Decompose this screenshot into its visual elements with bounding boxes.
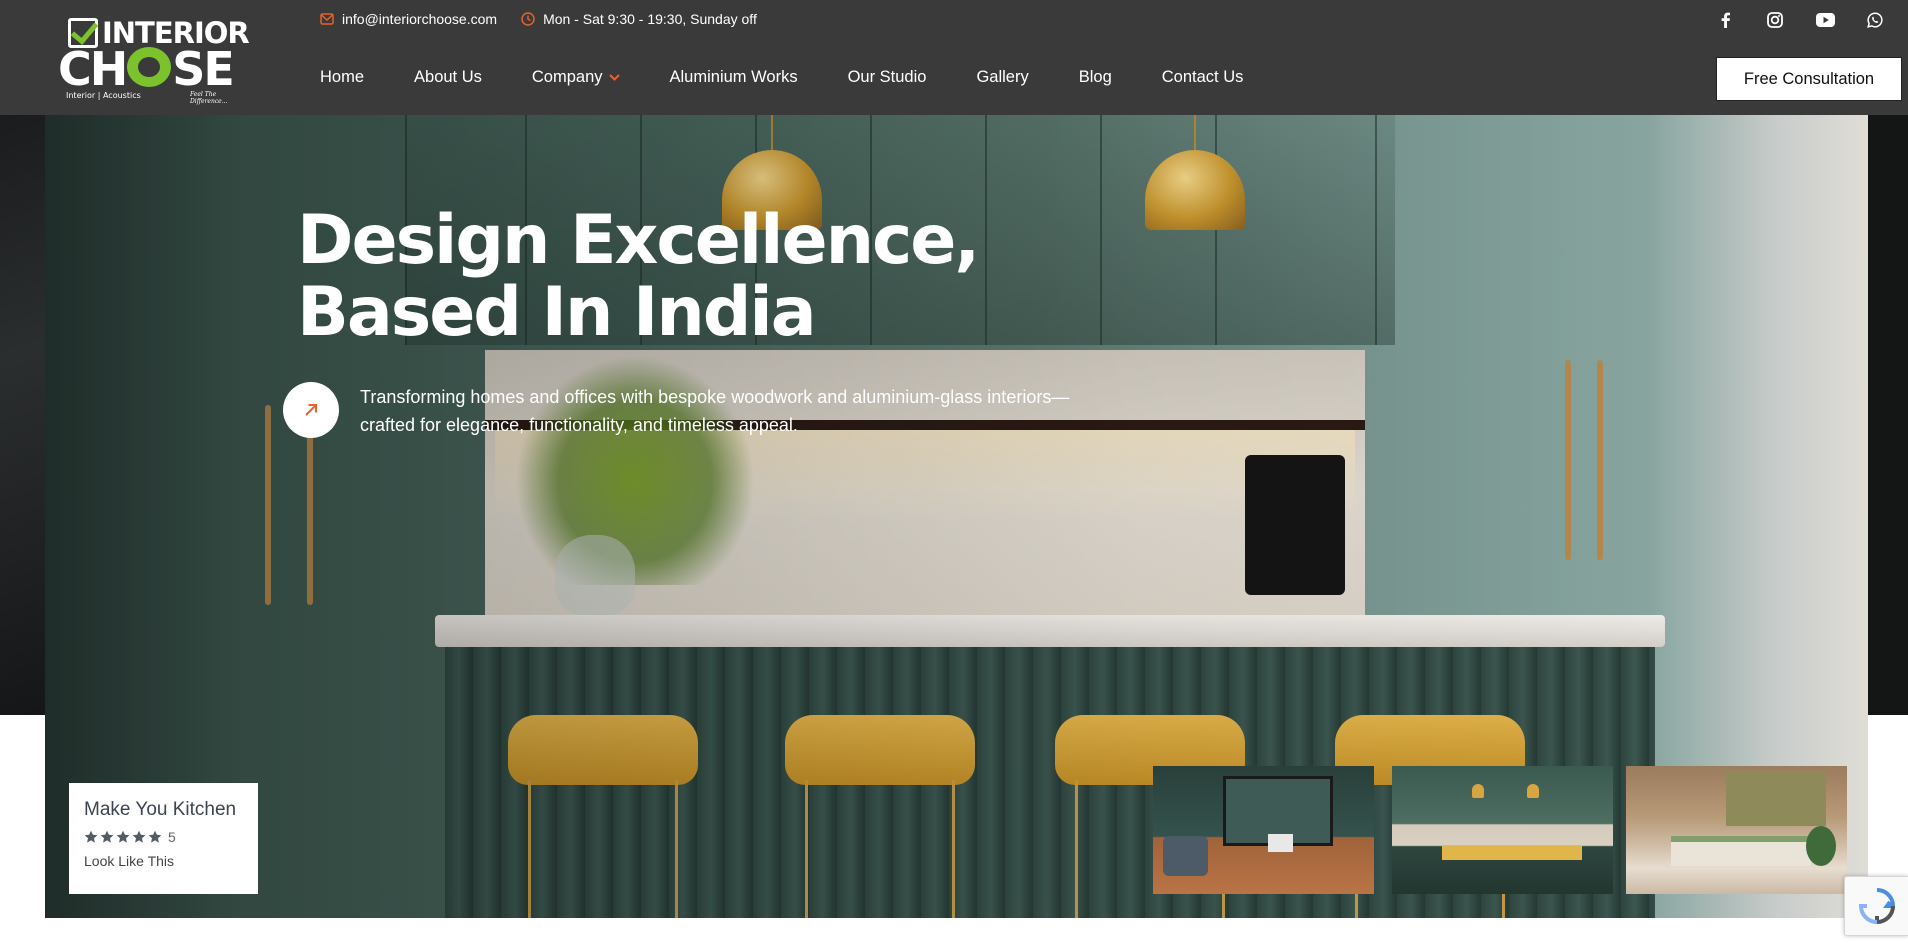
background-right-strip (1868, 115, 1908, 715)
logo[interactable]: INTERIOR CH SE Interior | Acoustics Feel … (56, 14, 250, 105)
thumbnail-kitchen[interactable] (1392, 766, 1613, 894)
star-icon (148, 830, 162, 843)
logo-tagline: Feel The Difference... (190, 91, 228, 105)
monitor (1268, 834, 1293, 852)
logo-choose-text: CH SE (58, 46, 235, 92)
hero-arrow-button[interactable] (283, 382, 339, 438)
hero-description: Transforming homes and offices with besp… (360, 387, 1070, 435)
site-header: INTERIOR CH SE Interior | Acoustics Feel … (0, 0, 1908, 115)
hours-text: Mon - Sat 9:30 - 19:30, Sunday off (543, 11, 757, 27)
mail-icon (320, 13, 334, 25)
hero-section: Design Excellence, Based In India Transf… (45, 115, 1868, 918)
card-title: Make You Kitchen (84, 799, 237, 820)
recaptcha-icon (1858, 888, 1895, 925)
instagram-icon[interactable] (1765, 10, 1785, 30)
logo-o-icon (127, 47, 172, 87)
plant (1806, 826, 1836, 866)
main-nav: Home About Us Company Aluminium Works Ou… (320, 68, 1243, 87)
star-icon (84, 830, 98, 843)
nav-item-home[interactable]: Home (320, 68, 364, 87)
stools (1442, 846, 1582, 860)
chevron-down-icon (608, 74, 620, 81)
wall-art (1726, 771, 1826, 826)
nav-item-blog[interactable]: Blog (1079, 68, 1112, 87)
arrow-up-right-icon (305, 404, 317, 416)
nav-item-contact-us[interactable]: Contact Us (1162, 68, 1244, 87)
hero-title: Design Excellence, Based In India (297, 201, 980, 352)
facebook-icon[interactable] (1715, 10, 1735, 30)
rating-card: Make You Kitchen 5 Look Like This (69, 783, 258, 894)
armchair (1163, 836, 1208, 876)
hours-item: Mon - Sat 9:30 - 19:30, Sunday off (521, 11, 757, 27)
background-left-strip (0, 115, 45, 715)
nav-item-our-studio[interactable]: Our Studio (848, 68, 927, 87)
clock-icon (521, 12, 535, 26)
star-icon (100, 830, 114, 843)
logo-subtitle: Interior | Acoustics (66, 91, 141, 100)
email-text: info@interiorchoose.com (342, 11, 498, 27)
nav-item-aluminium-works[interactable]: Aluminium Works (670, 68, 798, 87)
whatsapp-icon[interactable] (1865, 10, 1885, 30)
star-rating: 5 (84, 829, 243, 845)
email-item[interactable]: info@interiorchoose.com (320, 11, 497, 27)
nav-item-gallery[interactable]: Gallery (976, 68, 1028, 87)
youtube-icon[interactable] (1815, 10, 1835, 30)
nav-item-company-label: Company (531, 68, 603, 86)
logo-se: SE (172, 42, 235, 96)
contact-bar: info@interiorchoose.com Mon - Sat 9:30 -… (320, 11, 781, 27)
card-subtitle: Look Like This (84, 853, 175, 869)
bed (1671, 836, 1811, 866)
thumbnail-bedroom[interactable] (1626, 766, 1847, 894)
logo-ch: CH (58, 42, 128, 96)
rating-number: 5 (168, 829, 176, 845)
thumbnail-home-office[interactable] (1153, 766, 1374, 894)
pendant (1472, 784, 1484, 798)
free-consultation-button[interactable]: Free Consultation (1716, 57, 1902, 101)
nav-item-about-us[interactable]: About Us (414, 68, 482, 87)
nav-item-company[interactable]: Company (532, 68, 620, 87)
star-icon (132, 830, 146, 843)
recaptcha-badge[interactable] (1844, 876, 1908, 936)
star-icon (116, 830, 130, 843)
pendant (1527, 784, 1539, 798)
social-links (1708, 10, 1908, 32)
